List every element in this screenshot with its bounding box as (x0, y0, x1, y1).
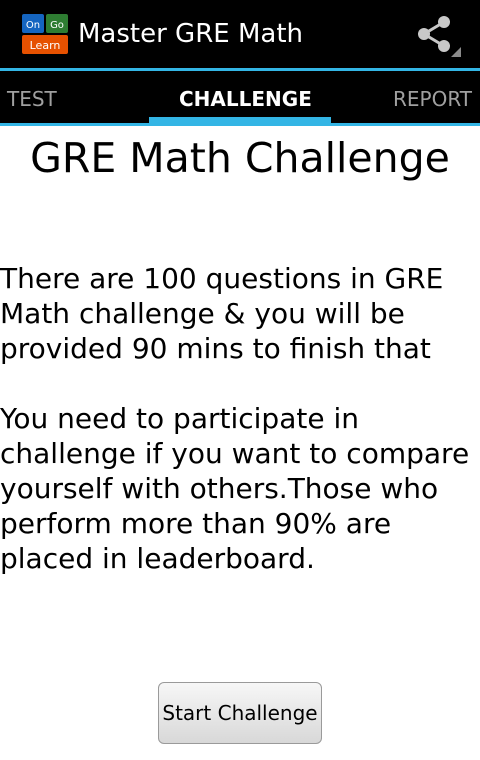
challenge-description: There are 100 questions in GRE Math chal… (0, 261, 480, 366)
description-line: provided 90 mins to finish that (0, 332, 431, 365)
logo-text-go: Go (50, 20, 64, 31)
description-line: challenge if you want to compare (0, 437, 470, 470)
share-icon (418, 16, 461, 57)
app-title: Master GRE Math (78, 19, 303, 49)
tab-test[interactable]: TEST (7, 71, 57, 123)
screen: On Go Learn Master GRE Math TEST CHALLEN… (0, 0, 480, 760)
leaderboard-description: You need to participate in challenge if … (0, 401, 480, 576)
description-line: There are 100 questions in GRE (0, 262, 444, 295)
description-line: perform more than 90% are (0, 507, 392, 540)
description-line: Math challenge & you will be (0, 297, 405, 330)
page-title: GRE Math Challenge (30, 134, 450, 182)
share-button[interactable] (410, 10, 466, 60)
tab-strip-divider (0, 123, 480, 126)
logo-text-learn: Learn (30, 39, 61, 52)
action-bar: On Go Learn Master GRE Math (0, 0, 480, 68)
tab-challenge[interactable]: CHALLENGE (179, 71, 312, 123)
tab-strip: TEST CHALLENGE REPORT (0, 71, 480, 123)
app-logo-icon: On Go Learn (22, 14, 68, 54)
tab-report[interactable]: REPORT (393, 71, 472, 123)
description-line: You need to participate in (0, 402, 359, 435)
description-line: placed in leaderboard. (0, 542, 315, 575)
logo-text-on: On (26, 20, 40, 31)
description-line: yourself with others.Those who (0, 472, 439, 505)
start-challenge-button[interactable]: Start Challenge (158, 682, 322, 744)
